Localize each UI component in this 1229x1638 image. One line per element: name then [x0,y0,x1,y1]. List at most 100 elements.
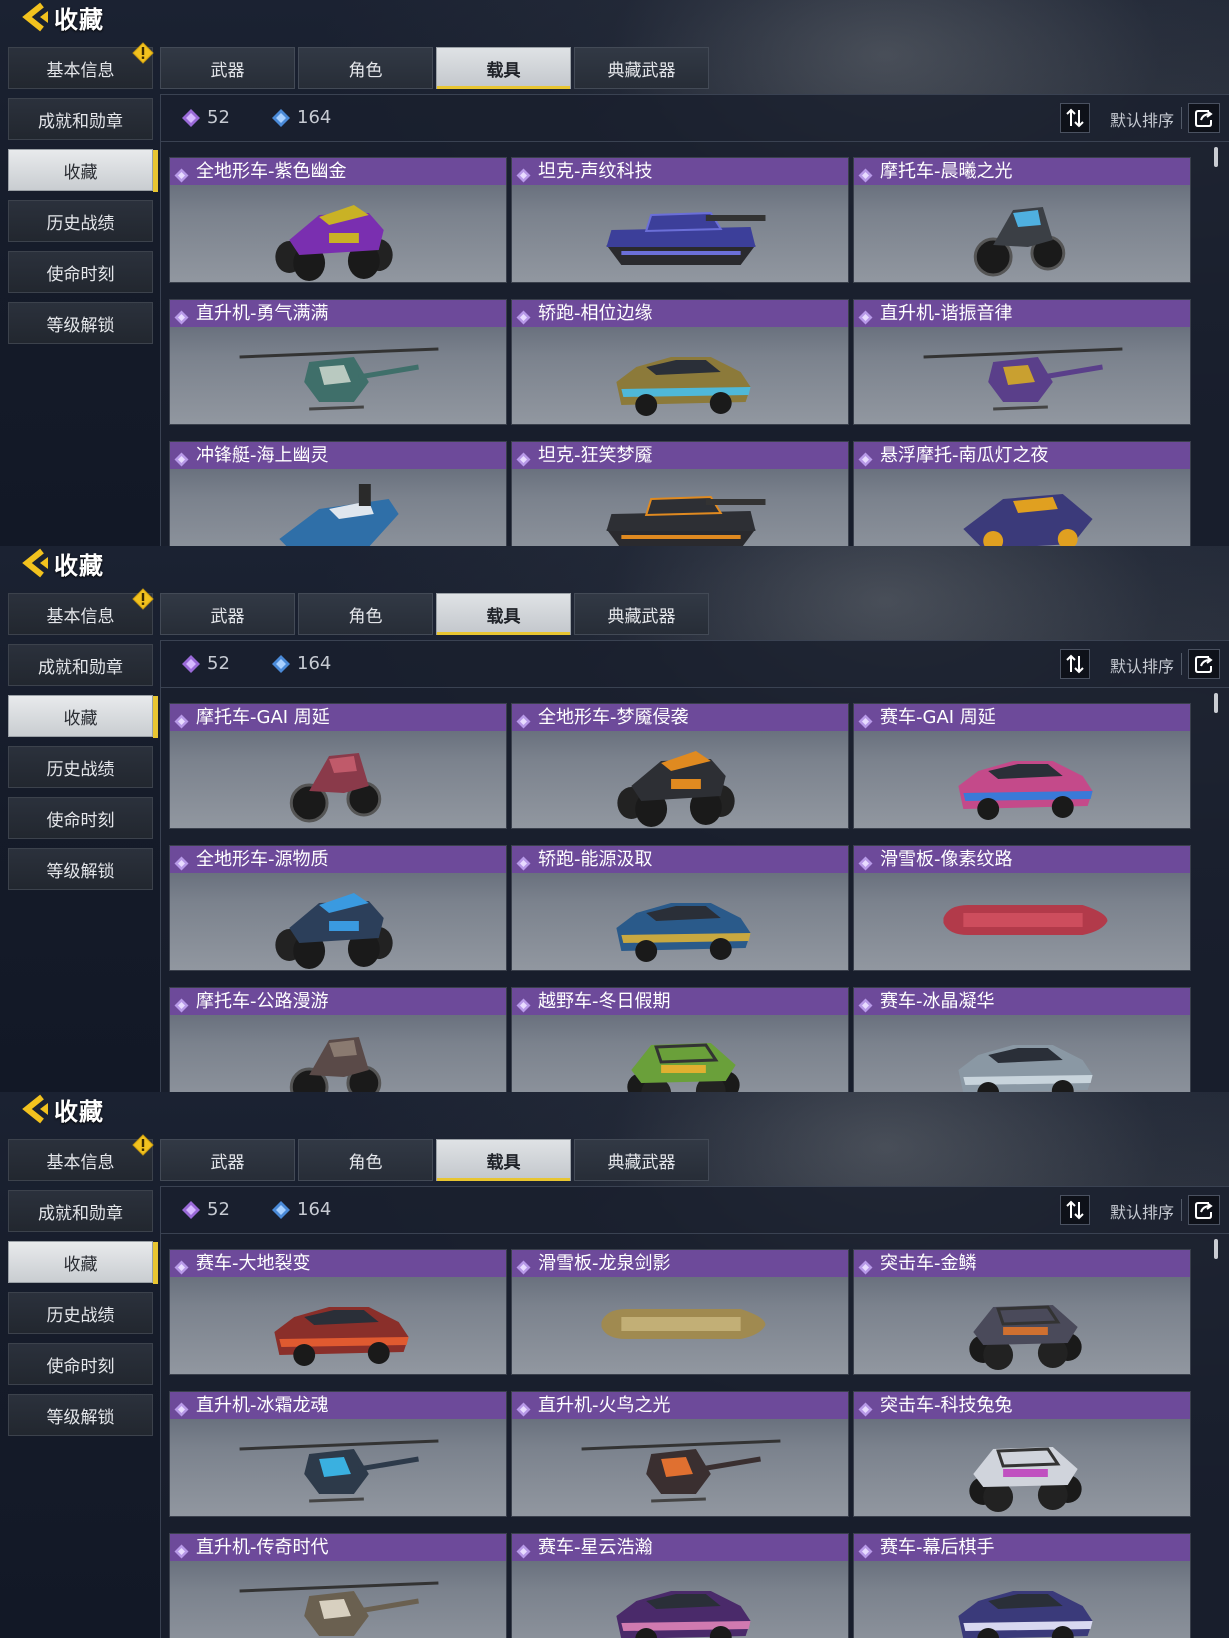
rarity-gem-icon [174,994,189,1013]
vehicle-card[interactable]: 坦克-声纹科技 [511,157,849,283]
vehicle-card[interactable]: 悬浮摩托-南瓜灯之夜 [853,441,1191,546]
vehicle-name: 赛车-大地裂变 [196,1253,311,1274]
vehicle-card[interactable]: 赛车-冰晶凝华 [853,987,1191,1092]
back-arrow-icon[interactable] [22,2,52,32]
share-button[interactable] [1188,103,1220,133]
card-title-bar: 轿跑-相位边缘 [512,300,848,327]
tab[interactable]: 武器 [160,593,295,635]
sidebar-item[interactable]: 成就和勋章 [8,98,153,140]
purple-gem-icon [182,654,200,673]
sidebar-item[interactable]: 使命时刻 [8,251,153,293]
scrollbar[interactable] [1214,1239,1218,1259]
vehicle-name: 滑雪板-龙泉剑影 [538,1253,671,1274]
vehicle-image [606,211,766,265]
sort-button[interactable] [1060,103,1090,133]
sidebar-item[interactable]: 收藏 [8,1241,158,1284]
share-button[interactable] [1188,1195,1220,1225]
vehicle-card[interactable]: 赛车-星云浩瀚 [511,1533,849,1638]
vehicle-card[interactable]: 摩托车-GAI 周延 [169,703,507,829]
vehicle-image [581,1439,781,1503]
scrollbar[interactable] [1214,147,1218,167]
sidebar-item[interactable]: 使命时刻 [8,1343,153,1385]
vehicle-card[interactable]: 全地形车-源物质 [169,845,507,971]
vehicle-image [606,495,766,546]
sidebar-item[interactable]: 历史战绩 [8,200,153,242]
vehicle-card[interactable]: 直升机-冰霜龙魂 [169,1391,507,1517]
vehicle-name: 直升机-传奇时代 [196,1537,329,1558]
page-title: 收藏 [54,551,104,580]
rarity-gem-icon [516,164,531,183]
back-arrow-icon[interactable] [22,548,52,578]
vehicle-card[interactable]: 赛车-大地裂变 [169,1249,507,1375]
vehicle-name: 赛车-GAI 周延 [880,707,996,728]
vehicle-card[interactable]: 直升机-传奇时代 [169,1533,507,1638]
rarity-gem-icon [858,1398,873,1417]
sort-button[interactable] [1060,1195,1090,1225]
vehicle-card[interactable]: 越野车-冬日假期 [511,987,849,1092]
tab[interactable]: 典藏武器 [574,593,709,635]
vehicle-name: 赛车-幕后棋手 [880,1537,995,1558]
vehicle-card[interactable]: 摩托车-公路漫游 [169,987,507,1092]
vehicle-card[interactable]: 赛车-幕后棋手 [853,1533,1191,1638]
sort-label[interactable]: 默认排序 [1110,1199,1174,1223]
vehicle-card[interactable]: 赛车-GAI 周延 [853,703,1191,829]
sidebar-item[interactable]: 历史战绩 [8,746,153,788]
vehicle-card[interactable]: 坦克-狂笑梦魇 [511,441,849,546]
vehicle-card[interactable]: 突击车-金鳞 [853,1249,1191,1375]
sort-label[interactable]: 默认排序 [1110,107,1174,131]
sidebar-item[interactable]: 使命时刻 [8,797,153,839]
card-title-bar: 坦克-声纹科技 [512,158,848,185]
sidebar-item[interactable]: 等级解锁 [8,848,153,890]
rarity-gem-icon [516,1398,531,1417]
vehicle-name: 轿跑-能源汲取 [538,849,653,870]
tab[interactable]: 武器 [160,47,295,89]
vehicle-card[interactable]: 直升机-谐振音律 [853,299,1191,425]
tab[interactable]: 载具 [436,47,571,89]
vehicle-card[interactable]: 全地形车-紫色幽金 [169,157,507,283]
card-title-bar: 直升机-火鸟之光 [512,1392,848,1419]
sidebar-item[interactable]: 等级解锁 [8,302,153,344]
sidebar-item[interactable]: 成就和勋章 [8,1190,153,1232]
rarity-gem-icon [858,306,873,325]
sort-button[interactable] [1060,649,1090,679]
vehicle-card[interactable]: 滑雪板-像素纹路 [853,845,1191,971]
tab[interactable]: 角色 [298,1139,433,1181]
tab[interactable]: 武器 [160,1139,295,1181]
vehicle-name: 坦克-声纹科技 [538,161,653,182]
vehicle-card[interactable]: 轿跑-相位边缘 [511,299,849,425]
share-icon [1195,1202,1213,1219]
scrollbar[interactable] [1214,693,1218,713]
sidebar-item[interactable]: 成就和勋章 [8,644,153,686]
back-arrow-icon[interactable] [22,1094,52,1124]
sidebar-item[interactable]: 历史战绩 [8,1292,153,1334]
vehicle-card[interactable]: 冲锋艇-海上幽灵 [169,441,507,546]
vehicle-card[interactable]: 全地形车-梦魇侵袭 [511,703,849,829]
card-title-bar: 赛车-幕后棋手 [854,1534,1190,1561]
vehicle-image [616,1591,751,1638]
vehicle-card[interactable]: 摩托车-晨曦之光 [853,157,1191,283]
sort-label[interactable]: 默认排序 [1110,653,1174,677]
tab[interactable]: 典藏武器 [574,47,709,89]
purple-count: 52 [181,107,230,128]
vehicle-name: 轿跑-相位边缘 [538,303,653,324]
tab[interactable]: 角色 [298,593,433,635]
purple-gem-icon [182,108,200,127]
sidebar-item[interactable]: 等级解锁 [8,1394,153,1436]
sidebar-item[interactable]: 收藏 [8,695,158,738]
tab[interactable]: 典藏武器 [574,1139,709,1181]
vehicle-card[interactable]: 直升机-火鸟之光 [511,1391,849,1517]
vehicle-card[interactable]: 滑雪板-龙泉剑影 [511,1249,849,1375]
vehicle-card[interactable]: 突击车-科技兔兔 [853,1391,1191,1517]
share-button[interactable] [1188,649,1220,679]
tab[interactable]: 角色 [298,47,433,89]
blue-count: 164 [271,1199,331,1220]
card-title-bar: 全地形车-紫色幽金 [170,158,506,185]
vehicle-card[interactable]: 轿跑-能源汲取 [511,845,849,971]
page-title: 收藏 [54,5,104,34]
divider [1181,1199,1182,1221]
tab[interactable]: 载具 [436,1139,571,1181]
collection-panel: 收藏 基本信息 成就和勋章 收藏 历史战绩 使命时刻 等级解锁 武器 角色 载具 典藏武器 52 164… [0,546,1229,1092]
sidebar-item[interactable]: 收藏 [8,149,158,192]
tab[interactable]: 载具 [436,593,571,635]
vehicle-card[interactable]: 直升机-勇气满满 [169,299,507,425]
